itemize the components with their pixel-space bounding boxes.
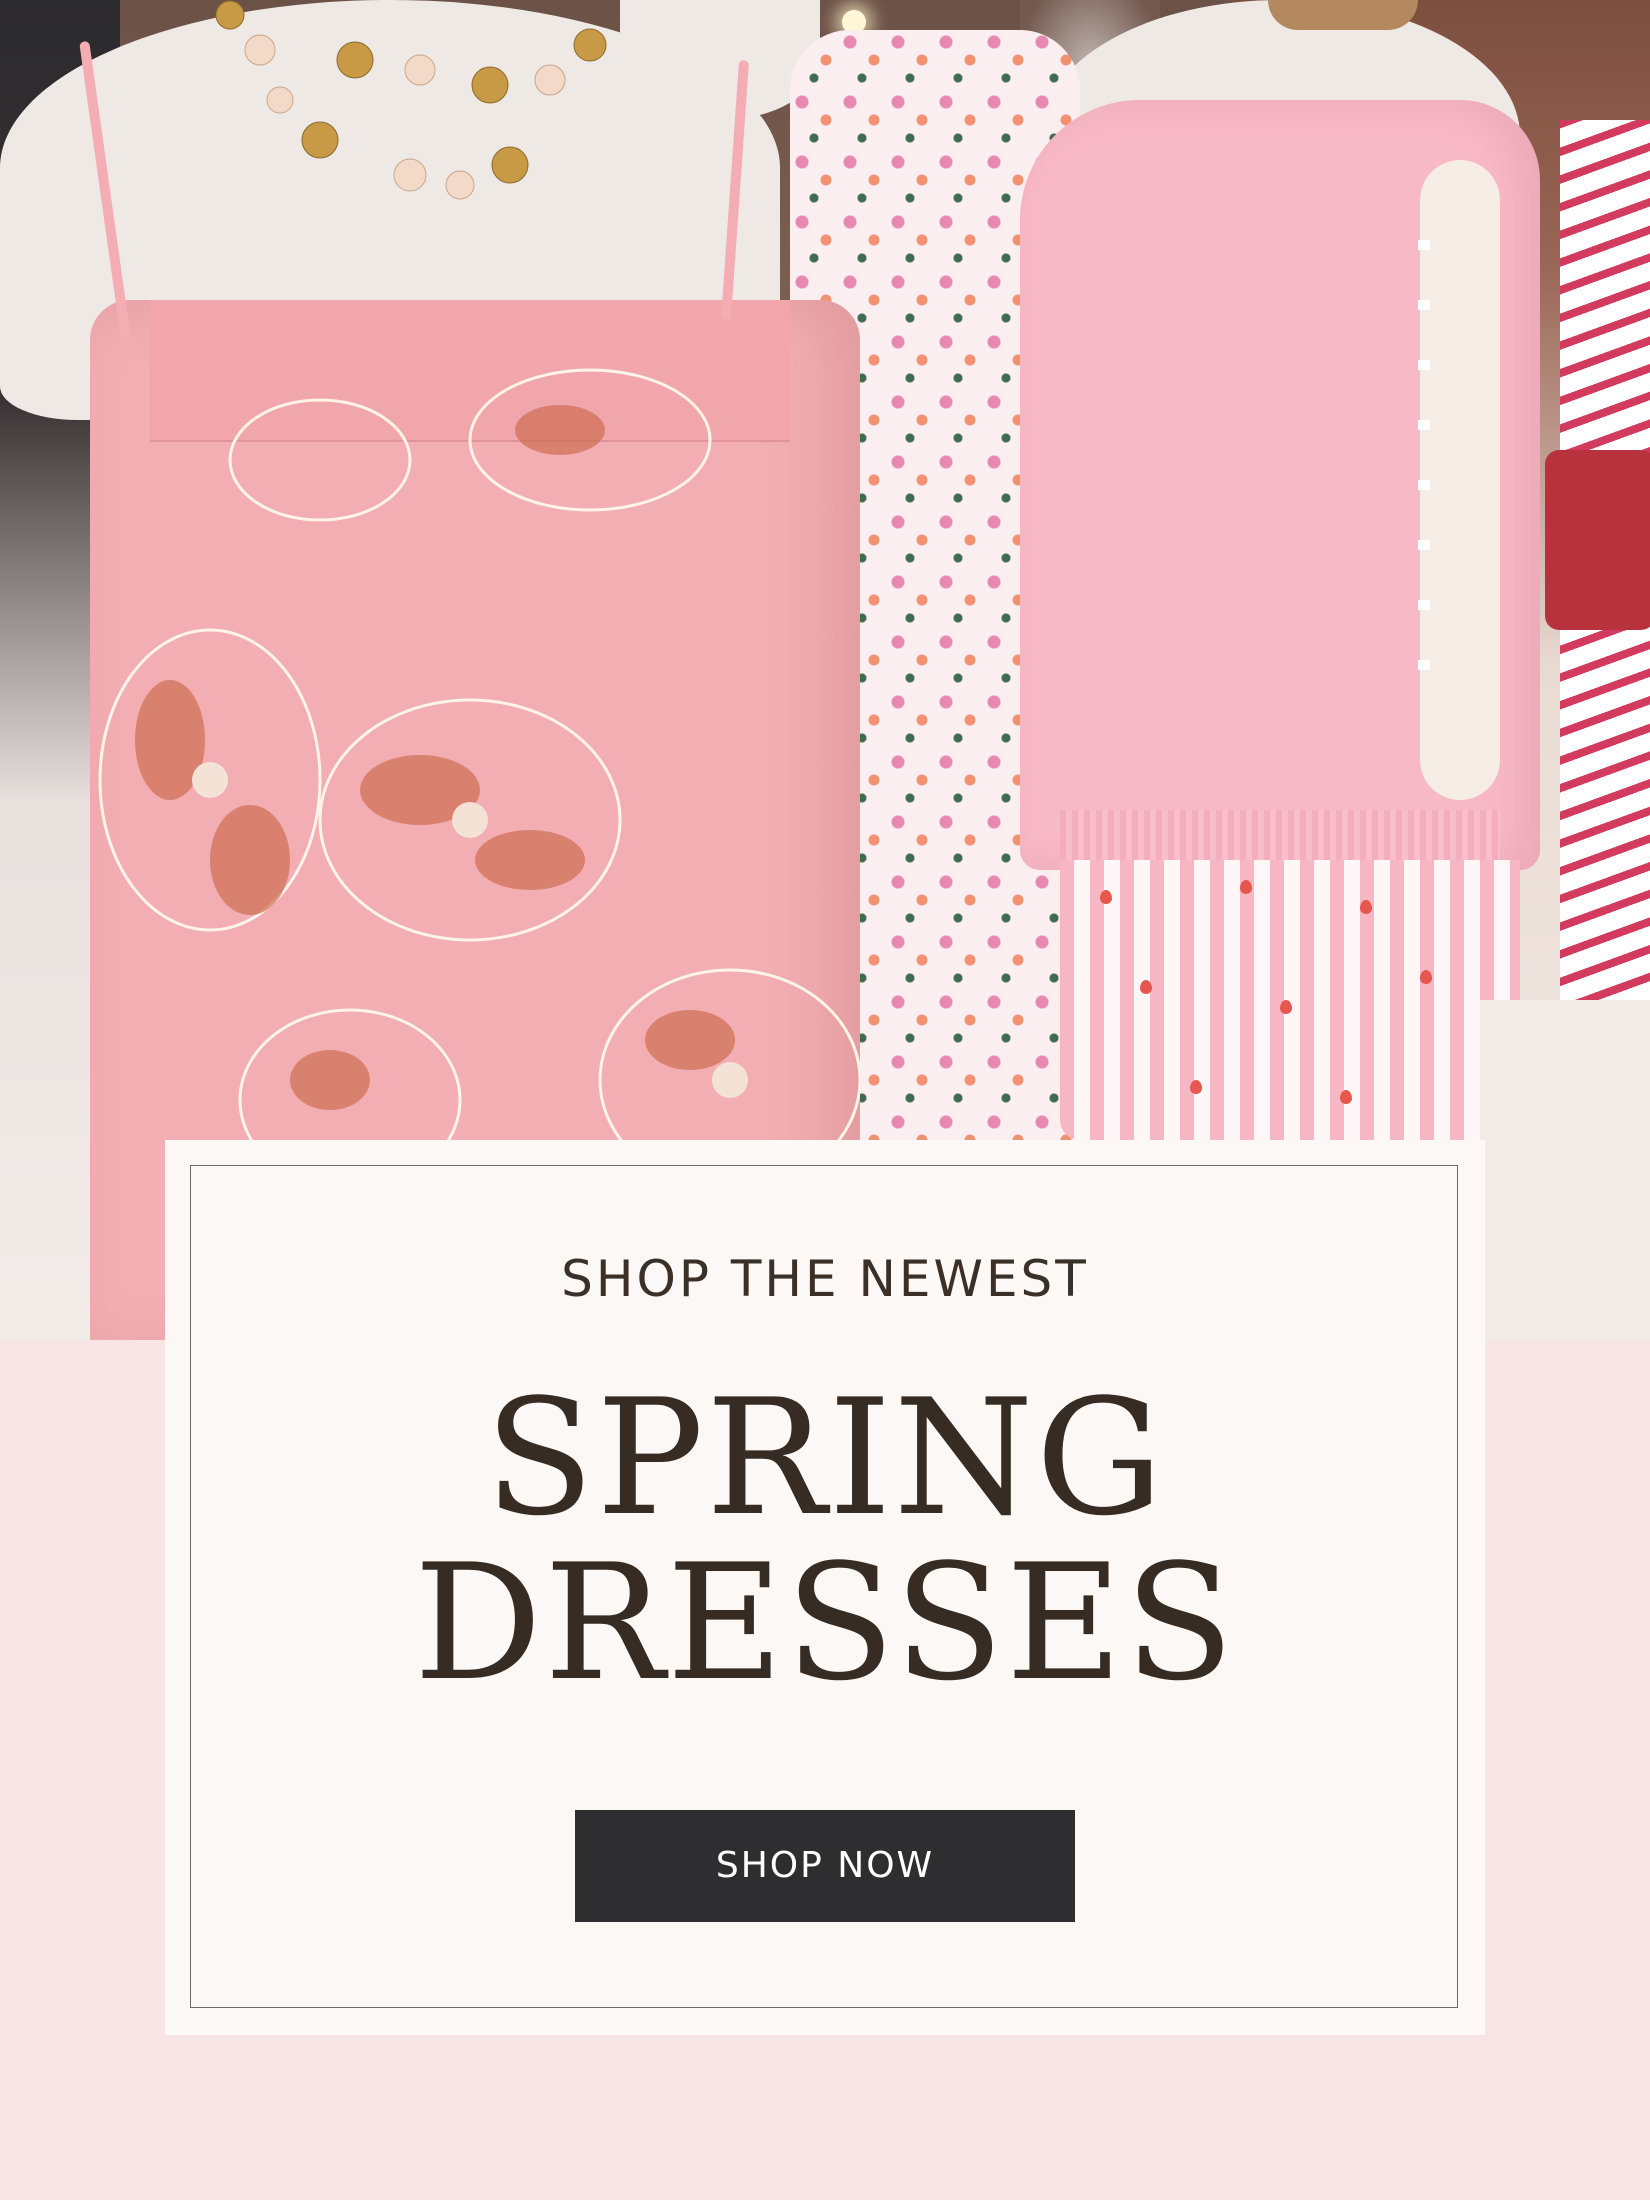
mannequin-neck-cap [1268,0,1418,30]
promo-headline: SPRING DRESSES [165,1375,1485,1705]
strawberry-print [1140,980,1152,994]
strawberry-print [1360,900,1372,914]
pink-knit-cardigan [1020,100,1540,870]
strawberry-print [1280,1000,1292,1014]
cardigan-buttons [1418,200,1430,720]
strawberry-print [1240,880,1252,894]
promo-headline-line1: SPRING [484,1364,1166,1551]
shop-now-button[interactable]: SHOP NOW [575,1810,1075,1922]
strawberry-print [1420,970,1432,984]
cream-pants [1480,1000,1650,1340]
hero-photo [0,0,1650,1340]
promo-headline-line2: DRESSES [413,1529,1237,1716]
strawberry-print [1340,1090,1352,1104]
strawberry-print [1100,890,1112,904]
strawberry-print [1190,1080,1202,1094]
cardigan-opening [1420,160,1500,800]
striped-strawberry-shorts [1060,860,1520,1140]
red-handbag [1545,450,1650,630]
flower-necklace [215,0,607,200]
promo-card: SHOP THE NEWEST SPRING DRESSES SHOP NOW [165,1140,1485,2035]
promo-eyebrow: SHOP THE NEWEST [561,1250,1089,1308]
